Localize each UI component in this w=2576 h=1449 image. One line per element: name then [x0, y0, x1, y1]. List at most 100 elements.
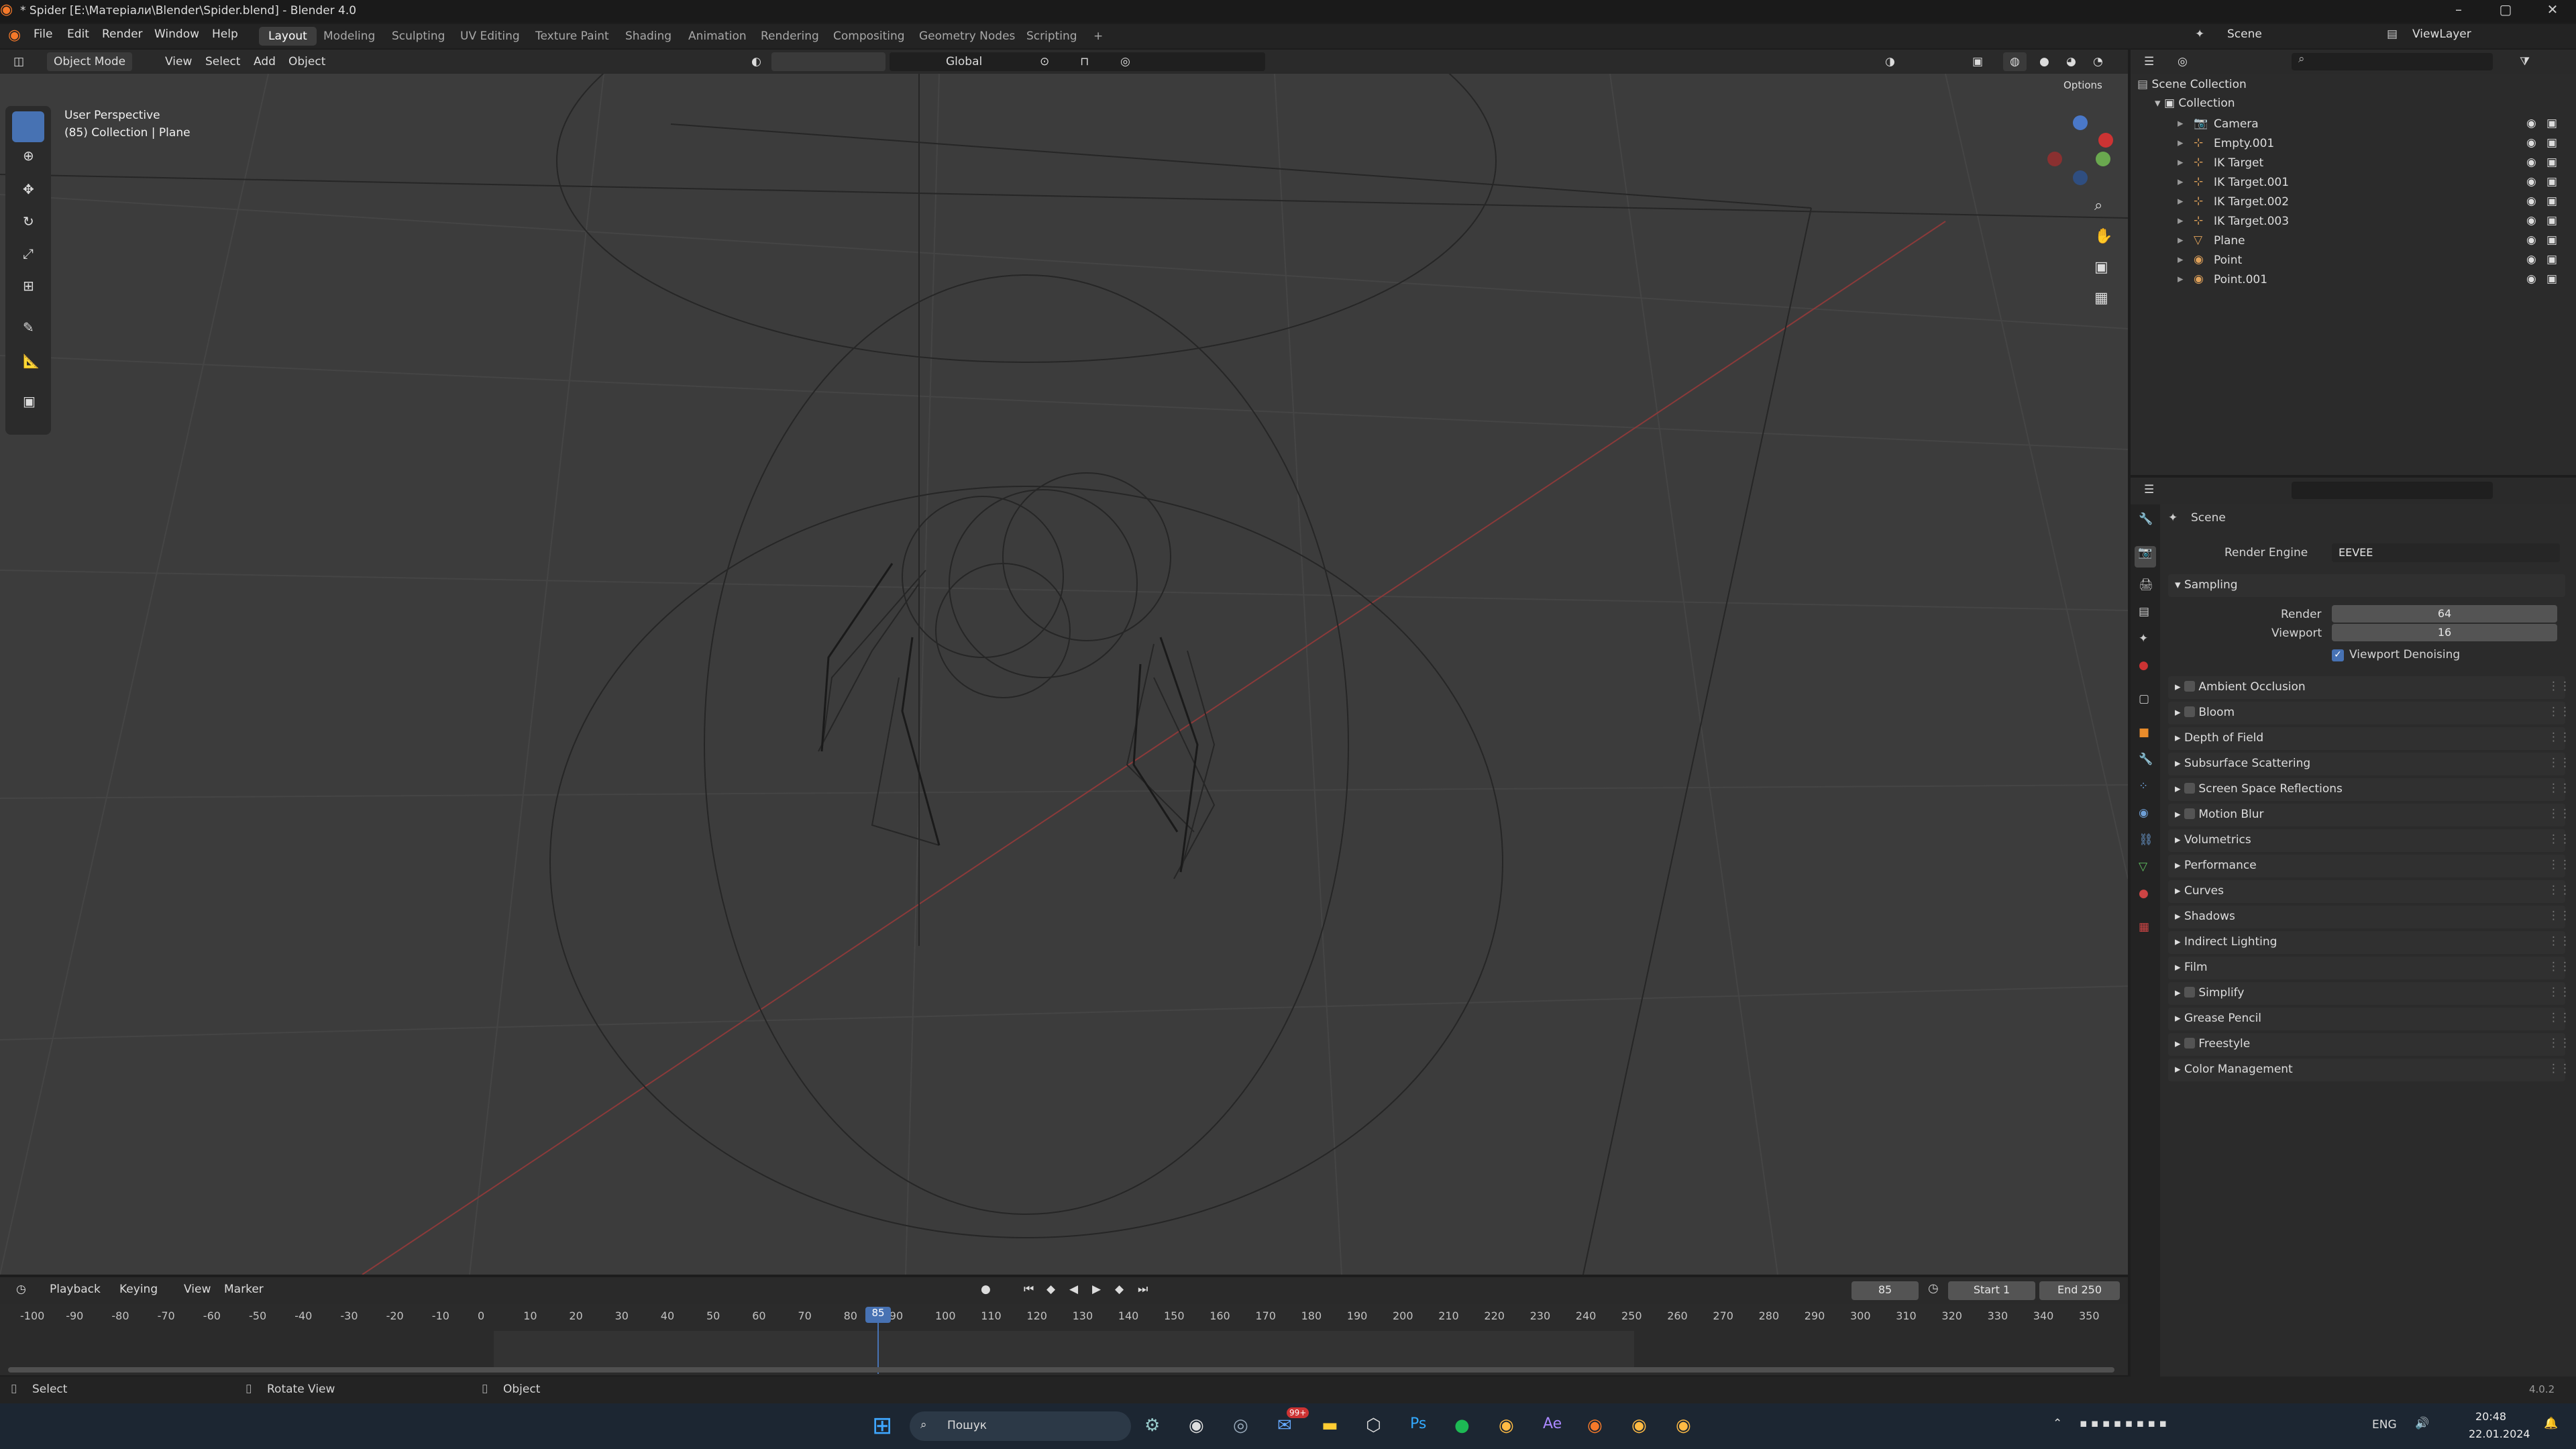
drag-handle-icon[interactable]: ⋮⋮: [2548, 807, 2571, 820]
particles-tab-icon[interactable]: ⁘: [2139, 780, 2148, 793]
autokey-icon[interactable]: ●: [974, 1280, 998, 1299]
tab-modeling[interactable]: Modeling: [314, 27, 384, 46]
clock-time[interactable]: 20:48: [2475, 1410, 2506, 1423]
scene-collection-row[interactable]: ▤ Scene Collection: [2137, 78, 2247, 97]
settings-app-icon[interactable]: ⚙: [1144, 1415, 1160, 1436]
expand-arrow-icon[interactable]: ▸: [2178, 214, 2184, 227]
render-samples-field[interactable]: 64: [2332, 605, 2557, 623]
properties-search-input[interactable]: [2292, 482, 2493, 499]
drag-handle-icon[interactable]: ⋮⋮: [2548, 705, 2571, 718]
render-camera-icon[interactable]: ▣: [2546, 214, 2557, 227]
visibility-eye-icon[interactable]: ◉: [2526, 117, 2536, 130]
steam-app-icon[interactable]: ◎: [1233, 1415, 1248, 1436]
expand-arrow-icon[interactable]: ▸: [2178, 253, 2184, 266]
constraints-tab-icon[interactable]: ⛓: [2139, 833, 2153, 847]
viewport-samples-field[interactable]: 16: [2332, 624, 2557, 641]
explorer-app-icon[interactable]: ▬: [1322, 1415, 1338, 1436]
panel-enable-checkbox[interactable]: [2184, 1038, 2195, 1049]
x-axis-icon[interactable]: [2098, 133, 2113, 148]
current-frame-field[interactable]: 85: [1851, 1281, 1919, 1300]
visibility-eye-icon[interactable]: ◉: [2526, 136, 2536, 150]
chrome-app-icon-3[interactable]: ◉: [1676, 1415, 1691, 1436]
object-tab-icon[interactable]: ■: [2139, 726, 2149, 739]
view-layer-tab-icon[interactable]: ▤: [2139, 605, 2149, 619]
expand-arrow-icon[interactable]: ▸: [2178, 175, 2184, 189]
panel-enable-checkbox[interactable]: [2184, 681, 2195, 692]
outliner-item[interactable]: ▸ 📷 Camera ◉ ▣: [2178, 115, 2573, 135]
panel-subsurface-scattering[interactable]: ▸ Subsurface Scattering ⋮⋮: [2168, 753, 2571, 775]
jump-end-icon[interactable]: ⏭: [1131, 1280, 1155, 1299]
panel-shadows[interactable]: ▸ Shadows ⋮⋮: [2168, 906, 2571, 928]
visibility-filter-icon[interactable]: ◐: [745, 52, 768, 71]
snap-icon[interactable]: ⊓: [1073, 52, 1095, 71]
measure-tool-icon[interactable]: 📐: [23, 353, 40, 369]
outliner-item[interactable]: ▸ ⊹ IK Target.002 ◉ ▣: [2178, 193, 2573, 213]
start-icon[interactable]: ⊞: [872, 1413, 899, 1440]
visibility-eye-icon[interactable]: ◉: [2526, 272, 2536, 286]
navigation-gizmo[interactable]: [2039, 111, 2113, 185]
menu-render[interactable]: Render: [102, 28, 143, 41]
mode-dropdown[interactable]: Object Mode: [47, 52, 133, 71]
collection-expand-icon[interactable]: ▾: [2155, 97, 2161, 110]
expand-arrow-icon[interactable]: ▸: [2178, 117, 2184, 130]
drag-handle-icon[interactable]: ⋮⋮: [2548, 960, 2571, 973]
play-icon[interactable]: ▶: [1085, 1280, 1108, 1299]
after-effects-app-icon[interactable]: Ae: [1543, 1415, 1562, 1432]
menu-marker[interactable]: Marker: [217, 1280, 270, 1299]
render-camera-icon[interactable]: ▣: [2546, 272, 2557, 286]
prev-keyframe-icon[interactable]: ◆: [1040, 1280, 1062, 1299]
scene-selector[interactable]: Scene: [2227, 28, 2262, 41]
neg-x-axis-icon[interactable]: [2047, 152, 2062, 166]
maximize-button[interactable]: ▢: [2489, 1, 2522, 21]
outliner-item[interactable]: ▸ ⊹ IK Target ◉ ▣: [2178, 154, 2573, 174]
filter-icon[interactable]: ⧩: [2513, 52, 2536, 71]
physics-tab-icon[interactable]: ◉: [2139, 806, 2149, 820]
tab-shading[interactable]: Shading: [616, 27, 681, 46]
panel-freestyle[interactable]: ▸ Freestyle ⋮⋮: [2168, 1033, 2571, 1056]
rotate-tool-icon[interactable]: ↻: [23, 213, 34, 229]
add-cube-tool-icon[interactable]: ▣: [23, 393, 36, 409]
add-workspace-button[interactable]: +: [1084, 27, 1112, 46]
tab-sculpting[interactable]: Sculpting: [382, 27, 454, 46]
tab-scripting[interactable]: Scripting: [1017, 27, 1087, 46]
render-camera-icon[interactable]: ▣: [2546, 195, 2557, 208]
modifier-tab-icon[interactable]: 🔧: [2139, 753, 2153, 766]
language-indicator[interactable]: ENG: [2372, 1418, 2397, 1432]
collection-tab-icon[interactable]: ▢: [2139, 692, 2149, 706]
start-frame-field[interactable]: Start 1: [1948, 1281, 2035, 1300]
render-camera-icon[interactable]: ▣: [2546, 175, 2557, 189]
chrome-app-icon-2[interactable]: ◉: [1631, 1415, 1647, 1436]
panel-ambient-occlusion[interactable]: ▸ Ambient Occlusion ⋮⋮: [2168, 676, 2571, 699]
camera-view-icon[interactable]: ▣: [2094, 259, 2108, 276]
blender-app-icon[interactable]: ◉: [1587, 1415, 1603, 1436]
orientation-dropdown[interactable]: Global: [939, 52, 989, 71]
tab-layout[interactable]: Layout: [259, 27, 317, 46]
neg-z-axis-icon[interactable]: [2073, 170, 2088, 185]
blender-menu-icon[interactable]: ◉: [8, 27, 21, 44]
drag-handle-icon[interactable]: ⋮⋮: [2548, 1062, 2571, 1075]
drag-handle-icon[interactable]: ⋮⋮: [2548, 985, 2571, 999]
jump-start-icon[interactable]: ⏮: [1017, 1280, 1040, 1299]
panel-color-management[interactable]: ▸ Color Management ⋮⋮: [2168, 1059, 2571, 1081]
properties-editor-icon[interactable]: ☰: [2137, 480, 2161, 499]
outliner-item[interactable]: ▸ ◉ Point ◉ ▣: [2178, 252, 2573, 271]
data-tab-icon[interactable]: ▽: [2139, 860, 2147, 873]
panel-indirect-lighting[interactable]: ▸ Indirect Lighting ⋮⋮: [2168, 931, 2571, 954]
timeline-scrollbar[interactable]: [8, 1367, 2114, 1373]
render-engine-dropdown[interactable]: EEVEE: [2332, 543, 2560, 562]
transform-tool-icon[interactable]: ⊞: [23, 278, 34, 294]
pivot-icon[interactable]: ⊙: [1033, 52, 1056, 71]
outliner-item[interactable]: ▸ ⊹ IK Target.003 ◉ ▣: [2178, 213, 2573, 232]
epic-app-icon[interactable]: ⬡: [1366, 1415, 1381, 1436]
end-frame-field[interactable]: End 250: [2039, 1281, 2120, 1300]
menu-edit[interactable]: Edit: [67, 28, 89, 41]
panel-sampling[interactable]: ▾ Sampling: [2168, 574, 2565, 597]
visibility-eye-icon[interactable]: ◉: [2526, 233, 2536, 247]
drag-handle-icon[interactable]: ⋮⋮: [2548, 756, 2571, 769]
tab-texture-paint[interactable]: Texture Paint: [526, 27, 619, 46]
annotate-tool-icon[interactable]: ✎: [23, 319, 34, 335]
menu-view[interactable]: View: [158, 52, 199, 71]
panel-performance[interactable]: ▸ Performance ⋮⋮: [2168, 855, 2571, 877]
render-camera-icon[interactable]: ▣: [2546, 117, 2557, 130]
outliner-item[interactable]: ▸ ⊹ Empty.001 ◉ ▣: [2178, 135, 2573, 154]
